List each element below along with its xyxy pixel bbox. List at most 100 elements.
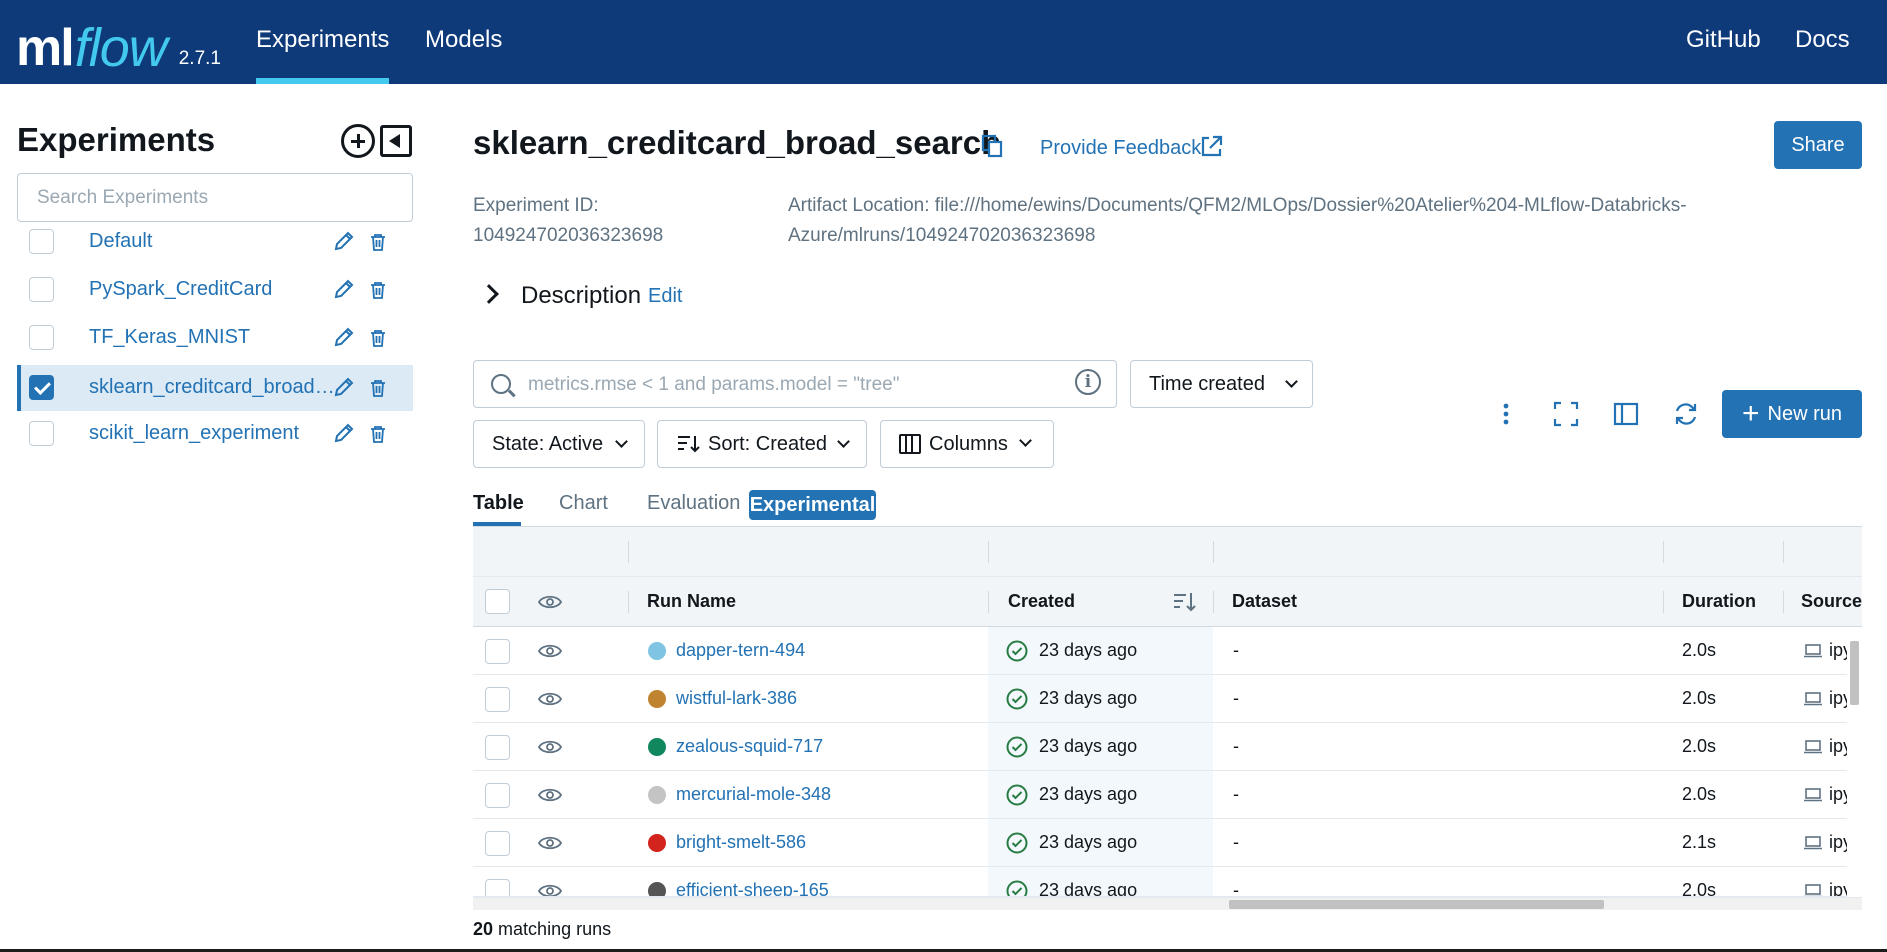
sidebar-item-pyspark-creditcard[interactable]: PySpark_CreditCard — [17, 267, 413, 313]
columns-dropdown[interactable]: Columns — [880, 420, 1054, 468]
description-label[interactable]: Description — [521, 282, 641, 310]
more-options-icon[interactable] — [1492, 400, 1520, 428]
collapse-sidebar-icon[interactable] — [380, 125, 412, 157]
new-run-button[interactable]: + New run — [1722, 390, 1862, 438]
row-checkbox[interactable] — [485, 783, 510, 808]
nav-experiments[interactable]: Experiments — [256, 26, 389, 54]
fullscreen-icon[interactable] — [1552, 400, 1580, 428]
table-row[interactable]: wistful-lark-386 23 days ago - 2.0s ipyk… — [473, 675, 1862, 723]
table-row[interactable]: zealous-squid-717 23 days ago - 2.0s ipy… — [473, 723, 1862, 771]
tab-experimental[interactable]: Experimental — [749, 490, 876, 520]
run-duration: 2.0s — [1682, 784, 1717, 804]
sort-descending-icon[interactable] — [1172, 591, 1196, 613]
run-name-link[interactable]: wistful-lark-386 — [676, 688, 797, 709]
eye-icon[interactable] — [538, 835, 562, 851]
eye-icon[interactable] — [538, 594, 562, 610]
run-color-dot[interactable] — [648, 834, 666, 852]
experiment-link[interactable]: TF_Keras_MNIST — [89, 326, 335, 349]
table-row[interactable]: efficient-sheep-165 23 days ago - 2.0s i… — [473, 867, 1862, 897]
trash-icon[interactable] — [370, 329, 386, 347]
tab-evaluation[interactable]: Evaluation — [647, 492, 740, 515]
time-created-dropdown[interactable]: Time created — [1130, 360, 1313, 408]
trash-icon[interactable] — [370, 425, 386, 443]
description-edit-link[interactable]: Edit — [648, 285, 682, 308]
eye-icon[interactable] — [538, 643, 562, 659]
side-panel-icon[interactable] — [1612, 400, 1640, 428]
share-button[interactable]: Share — [1774, 121, 1862, 169]
trash-icon[interactable] — [370, 281, 386, 299]
trash-icon[interactable] — [370, 379, 386, 397]
external-link-icon[interactable] — [1199, 134, 1224, 159]
table-row[interactable]: bright-smelt-586 23 days ago - 2.1s ipyk… — [473, 819, 1862, 867]
run-color-dot[interactable] — [648, 786, 666, 804]
run-name-link[interactable]: mercurial-mole-348 — [676, 784, 831, 805]
provide-feedback-link[interactable]: Provide Feedback — [1040, 137, 1201, 160]
chevron-right-icon[interactable] — [479, 284, 499, 304]
header-run-name[interactable]: Run Name — [647, 591, 736, 612]
header-created[interactable]: Created — [1008, 591, 1075, 612]
tab-table[interactable]: Table — [473, 492, 524, 515]
eye-icon[interactable] — [538, 883, 562, 897]
edit-icon[interactable] — [333, 376, 355, 398]
experiment-link[interactable]: scikit_learn_experiment — [89, 422, 335, 445]
row-checkbox[interactable] — [485, 639, 510, 664]
edit-icon[interactable] — [333, 422, 355, 444]
select-all-checkbox[interactable] — [485, 589, 510, 614]
experiment-link[interactable]: PySpark_CreditCard — [89, 278, 335, 301]
run-name-link[interactable]: efficient-sheep-165 — [676, 880, 829, 896]
experiment-link[interactable]: sklearn_creditcard_broad_search — [89, 376, 335, 399]
row-checkbox[interactable] — [485, 831, 510, 856]
row-checkbox[interactable] — [485, 879, 510, 896]
create-experiment-icon[interactable] — [341, 124, 375, 158]
state-filter-dropdown[interactable]: State: Active — [473, 420, 645, 468]
scrollbar-thumb[interactable] — [1850, 641, 1859, 705]
row-checkbox[interactable] — [485, 735, 510, 760]
run-name-link[interactable]: dapper-tern-494 — [676, 640, 805, 661]
edit-icon[interactable] — [333, 278, 355, 300]
table-row[interactable]: dapper-tern-494 23 days ago - 2.0s ipyke… — [473, 627, 1862, 675]
edit-icon[interactable] — [333, 326, 355, 348]
run-dataset: - — [1233, 880, 1239, 897]
run-color-dot[interactable] — [648, 738, 666, 756]
sidebar-item-tf-keras-mnist[interactable]: TF_Keras_MNIST — [17, 315, 413, 361]
experiment-checkbox[interactable] — [29, 229, 54, 254]
vertical-scrollbar[interactable] — [1847, 627, 1862, 897]
sort-dropdown[interactable]: Sort: Created — [657, 420, 867, 468]
nav-github[interactable]: GitHub — [1686, 26, 1761, 54]
eye-icon[interactable] — [538, 691, 562, 707]
run-name-link[interactable]: zealous-squid-717 — [676, 736, 823, 757]
sidebar-item-default[interactable]: Default — [17, 219, 413, 265]
copy-icon[interactable] — [981, 134, 1003, 158]
edit-icon[interactable] — [333, 230, 355, 252]
eye-icon[interactable] — [538, 739, 562, 755]
info-icon[interactable]: i — [1075, 369, 1101, 395]
table-group-header — [473, 527, 1862, 577]
experiment-checkbox[interactable] — [29, 421, 54, 446]
header-source[interactable]: Source — [1801, 591, 1862, 612]
run-color-dot[interactable] — [648, 690, 666, 708]
refresh-icon[interactable] — [1672, 400, 1700, 428]
experiment-checkbox[interactable] — [29, 375, 54, 400]
run-color-dot[interactable] — [648, 882, 666, 896]
header-duration[interactable]: Duration — [1682, 591, 1756, 612]
mlflow-logo[interactable]: ml flow 2.7.1 — [16, 6, 221, 76]
nav-models[interactable]: Models — [425, 26, 502, 54]
run-search-input[interactable]: metrics.rmse < 1 and params.model = "tre… — [473, 360, 1117, 408]
scrollbar-thumb[interactable] — [1229, 900, 1604, 909]
row-checkbox[interactable] — [485, 687, 510, 712]
tab-chart[interactable]: Chart — [559, 492, 608, 515]
trash-icon[interactable] — [370, 233, 386, 251]
sidebar-item-scikit-learn-experiment[interactable]: scikit_learn_experiment — [17, 411, 413, 457]
nav-docs[interactable]: Docs — [1795, 26, 1850, 54]
experiment-link[interactable]: Default — [89, 230, 335, 253]
table-row[interactable]: mercurial-mole-348 23 days ago - 2.0s ip… — [473, 771, 1862, 819]
horizontal-scrollbar[interactable] — [473, 897, 1862, 910]
sidebar-item-sklearn-creditcard[interactable]: sklearn_creditcard_broad_search — [17, 365, 413, 411]
experiment-checkbox[interactable] — [29, 277, 54, 302]
header-dataset[interactable]: Dataset — [1232, 591, 1297, 612]
experiment-checkbox[interactable] — [29, 325, 54, 350]
experiment-search-input[interactable]: Search Experiments — [17, 173, 413, 222]
run-name-link[interactable]: bright-smelt-586 — [676, 832, 806, 853]
eye-icon[interactable] — [538, 787, 562, 803]
run-color-dot[interactable] — [648, 642, 666, 660]
